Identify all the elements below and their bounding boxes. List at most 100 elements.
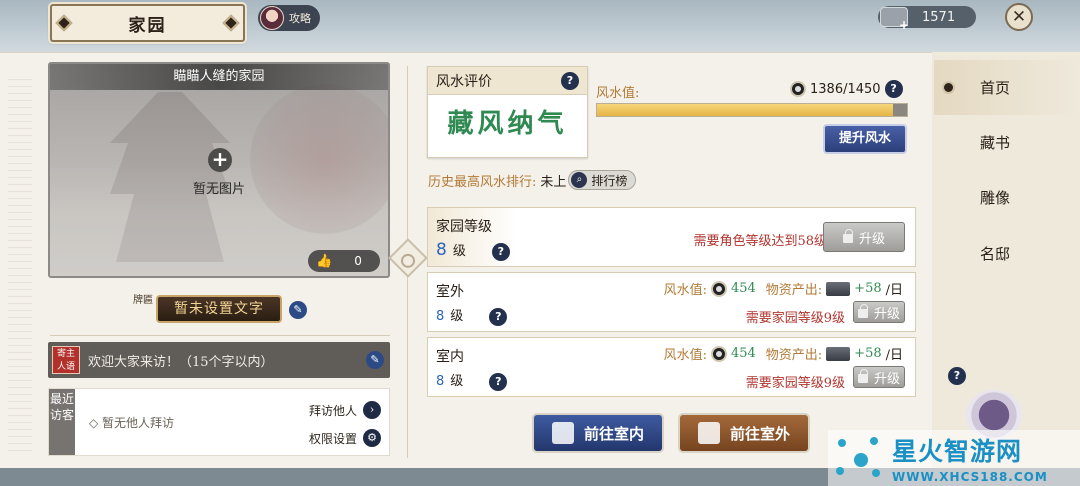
- outdoor-requirement: 需要家园等级9级: [745, 311, 845, 326]
- permission-settings-button[interactable]: 权限设置 ⚙: [309, 429, 382, 447]
- title-ornament-right-icon: [222, 14, 240, 32]
- close-button[interactable]: ✕: [1005, 3, 1033, 31]
- outdoor-level-row: 室外 8 级 ? 风水值: 454 物资产出: +58 /日 需要家园等级9级 …: [427, 272, 916, 332]
- outdoor-help-icon[interactable]: ?: [489, 308, 508, 326]
- page-title: 家园: [128, 15, 167, 36]
- fengshui-progress-bar: [596, 103, 908, 117]
- leaderboard-label: 排行榜: [591, 173, 628, 188]
- sidebar-item-mansions[interactable]: 名邸: [934, 226, 1080, 281]
- fengshui-coin-icon: [710, 280, 727, 297]
- guide-button[interactable]: 攻略: [258, 5, 320, 31]
- rank-label: 历史最高风水排行:: [428, 174, 537, 190]
- visit-others-label: 拜访他人: [309, 403, 358, 418]
- lock-icon: [857, 304, 868, 318]
- indoor-level-row: 室内 8 级 ? 风水值: 454 物资产出: +58 /日 需要家园等级9级 …: [427, 337, 916, 397]
- arrow-right-icon: ›: [363, 401, 382, 419]
- indoor-output-label: 物资产出:: [765, 348, 823, 363]
- indoor-level-number: 8: [436, 374, 445, 389]
- edit-welcome-icon[interactable]: ✎: [366, 351, 384, 369]
- outdoor-output-unit: /日: [885, 283, 903, 298]
- sidebar-item-label: 名邸: [980, 245, 1011, 263]
- permission-settings-label: 权限设置: [309, 431, 358, 446]
- currency-display[interactable]: 1571: [878, 6, 976, 32]
- outdoor-name: 室外: [436, 284, 464, 300]
- leaderboard-button[interactable]: ⌕ 排行榜: [568, 170, 637, 190]
- indoor-fs-value: 454: [730, 346, 756, 361]
- add-photo-icon[interactable]: +: [208, 148, 232, 172]
- home-level-help-icon[interactable]: ?: [491, 243, 510, 261]
- home-level-number: 8: [436, 240, 447, 260]
- visit-others-button[interactable]: 拜访他人 ›: [309, 401, 382, 419]
- currency-amount: 1571: [922, 9, 956, 25]
- outdoor-stats: 风水值: 454 物资产出: +58 /日: [664, 279, 903, 298]
- go-outdoor-label: 前往室外: [729, 424, 790, 443]
- watermark-logo-icon: [834, 435, 886, 481]
- fengshui-coin-icon: [790, 81, 806, 97]
- upgrade-fengshui-button[interactable]: 提升风水: [823, 124, 907, 154]
- sidebar-item-home[interactable]: 首页: [934, 60, 1080, 115]
- lock-icon: [857, 369, 868, 383]
- sidebar-item-label: 藏书: [980, 134, 1011, 152]
- fengshui-value: 1386/1450 ?: [790, 80, 903, 98]
- sidebar-item-books[interactable]: 藏书: [934, 115, 1080, 170]
- rank-value: 未上: [540, 174, 567, 190]
- welcome-message-bar[interactable]: 寄主人语 欢迎大家来访！（15个字以内） ✎: [48, 342, 390, 378]
- divider: [50, 335, 390, 336]
- home-level-requirement: 需要角色等级达到58级: [693, 234, 827, 249]
- indoor-level-unit: 级: [450, 374, 464, 389]
- photo-title: 瞄瞄人缝的家园: [50, 64, 388, 90]
- fengshui-value-label: 风水值:: [596, 86, 640, 101]
- fengshui-value-text: 1386/1450: [810, 81, 881, 97]
- calligraphy-decoration: [8, 73, 32, 453]
- welcome-message: 欢迎大家来访！（15个字以内）: [88, 354, 274, 370]
- indoor-level-value: 8 级 ?: [436, 370, 508, 391]
- edit-plaque-icon[interactable]: ✎: [289, 301, 307, 319]
- like-button[interactable]: 👍 0: [308, 250, 380, 272]
- indoor-output-value: +58: [854, 346, 882, 361]
- fengshui-rank-line: 历史最高风水排行: 未上 ⌕ 排行榜: [428, 170, 637, 190]
- sidebar-help-icon[interactable]: ?: [948, 367, 966, 385]
- gear-icon: ⚙: [363, 429, 382, 447]
- watermark: 星火智游网 WWW.XHCS188.COM: [828, 430, 1080, 486]
- outdoor-fs-label: 风水值:: [663, 283, 707, 298]
- guide-avatar-icon: [260, 6, 284, 30]
- go-indoor-label: 前往室内: [583, 424, 644, 443]
- outdoor-level-unit: 级: [450, 309, 464, 324]
- fengshui-value-help-icon[interactable]: ?: [884, 80, 903, 98]
- magnifier-icon: ⌕: [571, 172, 588, 188]
- outdoor-upgrade-label: 升级: [873, 306, 900, 322]
- indoor-pavilion-icon: [551, 422, 574, 444]
- home-level-row: 家园等级 8 级 ? 需要角色等级达到58级 升级: [427, 207, 916, 267]
- sidebar-item-statues[interactable]: 雕像: [934, 170, 1080, 225]
- home-photo-frame[interactable]: 瞄瞄人缝的家园 + 暂无图片 👍 0: [48, 62, 390, 278]
- no-visitors-label: ◇ 暂无他人拜访: [89, 416, 175, 430]
- go-indoor-button[interactable]: 前往室内: [532, 413, 664, 453]
- sidebar-item-label: 雕像: [980, 189, 1011, 207]
- fengshui-grade: 藏风纳气: [447, 109, 568, 139]
- guide-label: 攻略: [289, 12, 311, 25]
- fengshui-help-icon[interactable]: ?: [561, 71, 579, 90]
- page-title-plate: 家园: [50, 4, 245, 42]
- outdoor-table-icon: [697, 422, 720, 444]
- home-upgrade-label: 升级: [858, 231, 885, 247]
- indoor-help-icon[interactable]: ?: [489, 373, 508, 391]
- lock-icon: [842, 229, 853, 243]
- go-outdoor-button[interactable]: 前往室外: [678, 413, 810, 453]
- outdoor-output-label: 物资产出:: [765, 283, 823, 298]
- title-ornament-left-icon: [55, 14, 73, 32]
- outdoor-upgrade-button[interactable]: 升级: [853, 301, 905, 323]
- indoor-name: 室内: [436, 349, 464, 365]
- fengshui-progress-fill: [597, 104, 894, 116]
- close-icon: ✕: [1011, 7, 1027, 27]
- fengshui-rating-card: 风水评价 ? 藏风纳气: [427, 66, 588, 158]
- indoor-upgrade-label: 升级: [873, 371, 900, 387]
- outdoor-level-number: 8: [436, 309, 445, 324]
- currency-add-icon[interactable]: [880, 7, 909, 32]
- outdoor-level-value: 8 级 ?: [436, 305, 508, 326]
- plaque-label: 牌匾: [133, 295, 153, 306]
- outdoor-fs-value: 454: [730, 281, 756, 296]
- home-upgrade-button[interactable]: 升级: [823, 222, 905, 252]
- no-photo-label: 暂无图片: [192, 182, 245, 197]
- plaque-text[interactable]: 暂未设置文字: [156, 295, 282, 323]
- indoor-upgrade-button[interactable]: 升级: [853, 366, 905, 388]
